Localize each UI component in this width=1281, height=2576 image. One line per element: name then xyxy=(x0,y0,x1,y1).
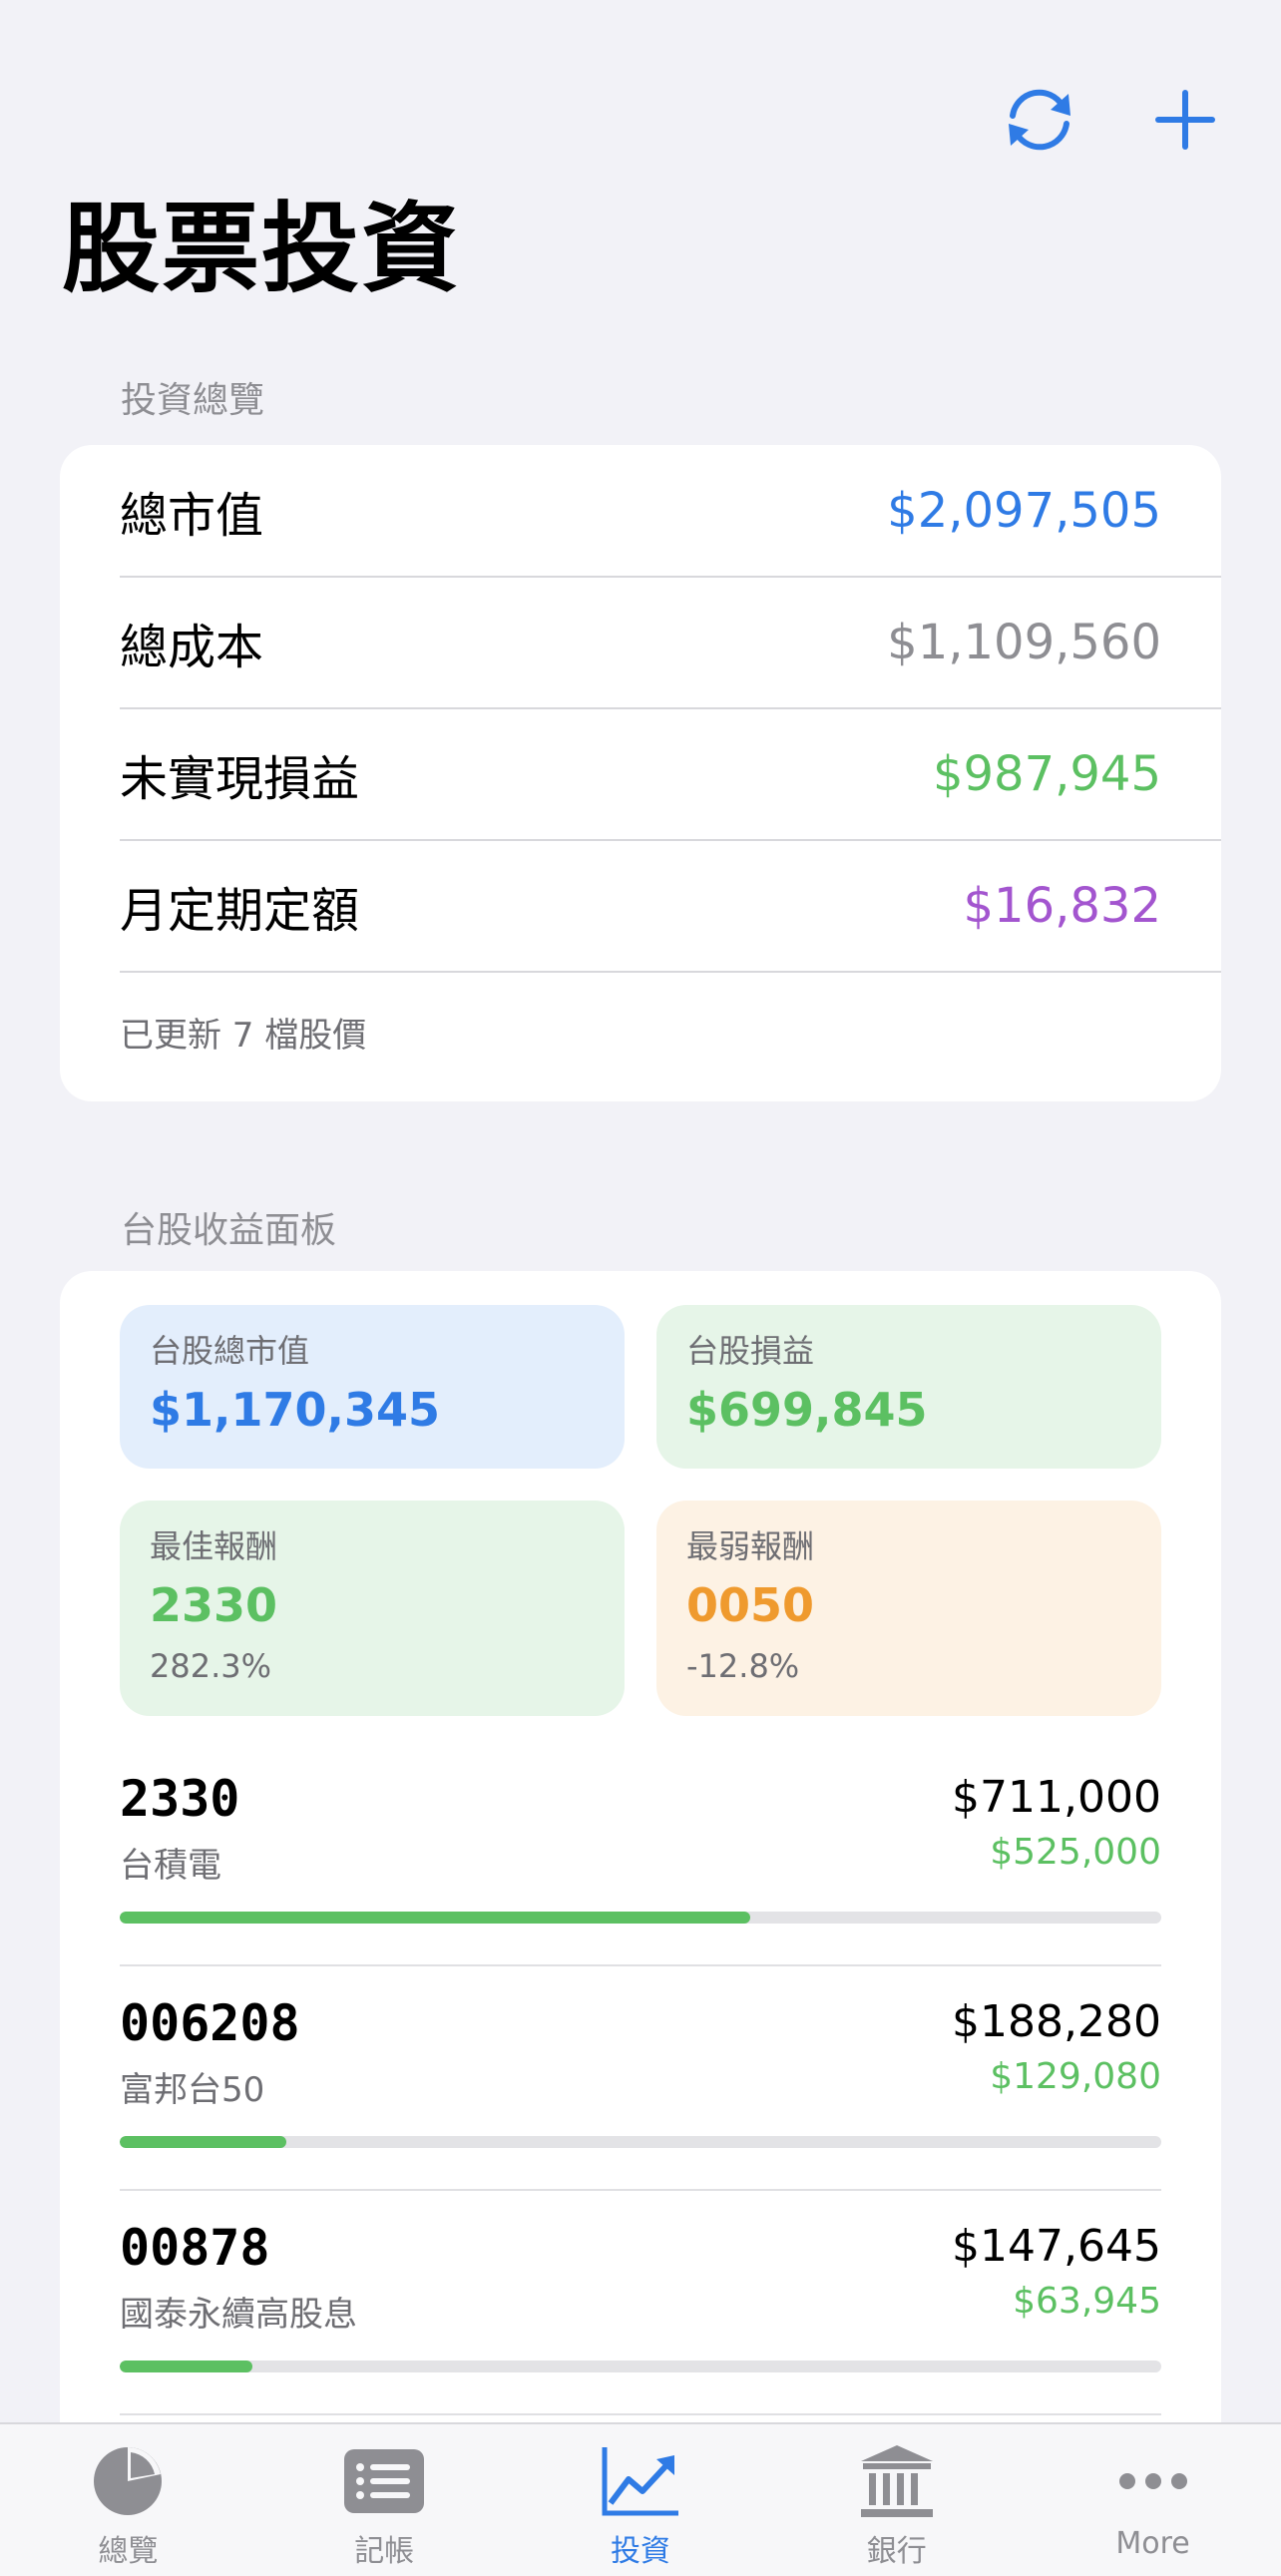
tab-invest[interactable]: 投資 xyxy=(513,2424,769,2576)
tab-label: 總覽 xyxy=(98,2534,159,2569)
stock-code: 00878 xyxy=(120,2219,270,2277)
divider xyxy=(120,971,1221,973)
row-label: 總市值 xyxy=(120,488,264,544)
stock-name: 台積電 xyxy=(120,1846,221,1886)
overview-row-unrealized: 未實現損益 $987,945 xyxy=(60,708,1221,840)
stock-row[interactable]: 2330 台積電 $711,000 $525,000 xyxy=(120,1742,1161,1966)
tile-sub: -12.8% xyxy=(686,1647,800,1685)
tile-value: 2330 xyxy=(150,1578,278,1632)
stock-row[interactable]: 00878 國泰永續高股息 $147,645 $63,945 xyxy=(120,2191,1161,2415)
stock-progress-fill xyxy=(120,2136,287,2148)
tile-value: 0050 xyxy=(686,1578,815,1632)
row-label: 未實現損益 xyxy=(120,751,360,807)
tile-market-value[interactable]: 台股總市值 $1,170,345 xyxy=(120,1305,625,1469)
tile-label: 台股損益 xyxy=(686,1332,815,1370)
list-icon xyxy=(344,2444,425,2518)
refresh-icon xyxy=(1009,89,1070,151)
stock-market-value: $711,000 xyxy=(952,1772,1161,1823)
stock-profit: $525,000 xyxy=(990,1832,1161,1873)
stock-progress-bar xyxy=(120,2361,1161,2372)
tab-label: 投資 xyxy=(610,2534,670,2569)
tile-best-return[interactable]: 最佳報酬 2330 282.3% xyxy=(120,1501,625,1716)
row-value: $987,945 xyxy=(932,746,1161,802)
tab-more[interactable]: More xyxy=(1025,2424,1281,2576)
tab-label: More xyxy=(1115,2526,1190,2561)
stock-progress-fill xyxy=(120,2361,252,2372)
stock-progress-fill xyxy=(120,1912,750,1924)
overview-row-market-value: 總市值 $2,097,505 xyxy=(60,445,1221,577)
overview-header: 投資總覽 xyxy=(121,380,265,421)
row-value: $16,832 xyxy=(963,878,1162,934)
tab-bank[interactable]: 銀行 xyxy=(768,2424,1025,2576)
row-value: $2,097,505 xyxy=(887,483,1161,539)
stock-progress-bar xyxy=(120,2136,1161,2148)
stock-market-value: $188,280 xyxy=(952,1996,1161,2047)
stock-market-value: $147,645 xyxy=(952,2221,1161,2272)
tab-ledger[interactable]: 記帳 xyxy=(256,2424,513,2576)
pie-chart-icon xyxy=(88,2444,168,2518)
tab-label: 銀行 xyxy=(866,2534,927,2569)
more-icon xyxy=(1113,2444,1193,2518)
tile-sub: 282.3% xyxy=(150,1647,272,1685)
stock-row[interactable]: 006208 富邦台50 $188,280 $129,080 xyxy=(120,1966,1161,2191)
stock-profit: $63,945 xyxy=(1013,2281,1161,2322)
stock-code: 006208 xyxy=(120,1994,300,2052)
row-value: $1,109,560 xyxy=(887,615,1161,670)
stock-profit: $129,080 xyxy=(990,2056,1161,2097)
stock-progress-bar xyxy=(120,1912,1161,1924)
overview-row-monthly: 月定期定額 $16,832 xyxy=(60,840,1221,972)
refresh-button[interactable] xyxy=(990,70,1089,170)
tab-bar: 總覽 記帳 投資 銀行 More xyxy=(0,2422,1281,2576)
page-title: 股票投資 xyxy=(62,193,462,306)
tw-panel-header: 台股收益面板 xyxy=(121,1210,337,1251)
stock-name: 富邦台50 xyxy=(120,2070,265,2110)
row-label: 總成本 xyxy=(120,620,264,675)
tile-profit[interactable]: 台股損益 $699,845 xyxy=(656,1305,1161,1469)
stock-name: 國泰永續高股息 xyxy=(120,2295,357,2335)
tw-panel-card: 台股總市值 $1,170,345 台股損益 $699,845 最佳報酬 2330… xyxy=(60,1271,1221,2448)
tab-label: 記帳 xyxy=(354,2534,415,2569)
plus-icon xyxy=(1155,90,1215,150)
tile-value: $1,170,345 xyxy=(150,1383,441,1437)
stock-code: 2330 xyxy=(120,1770,240,1828)
trend-up-icon xyxy=(601,2444,680,2518)
overview-row-cost: 總成本 $1,109,560 xyxy=(60,577,1221,708)
overview-card: 總市值 $2,097,505 總成本 $1,109,560 未實現損益 $987… xyxy=(60,445,1221,1101)
update-footnote: 已更新 7 檔股價 xyxy=(120,1016,367,1056)
tile-label: 台股總市值 xyxy=(150,1332,310,1370)
tile-value: $699,845 xyxy=(686,1383,928,1437)
tile-label: 最佳報酬 xyxy=(150,1527,278,1565)
divider xyxy=(120,2413,1161,2415)
tab-overview[interactable]: 總覽 xyxy=(0,2424,256,2576)
tile-worst-return[interactable]: 最弱報酬 0050 -12.8% xyxy=(656,1501,1161,1716)
bank-icon xyxy=(857,2444,937,2518)
tile-label: 最弱報酬 xyxy=(686,1527,815,1565)
add-button[interactable] xyxy=(1135,70,1235,170)
row-label: 月定期定額 xyxy=(120,883,360,939)
